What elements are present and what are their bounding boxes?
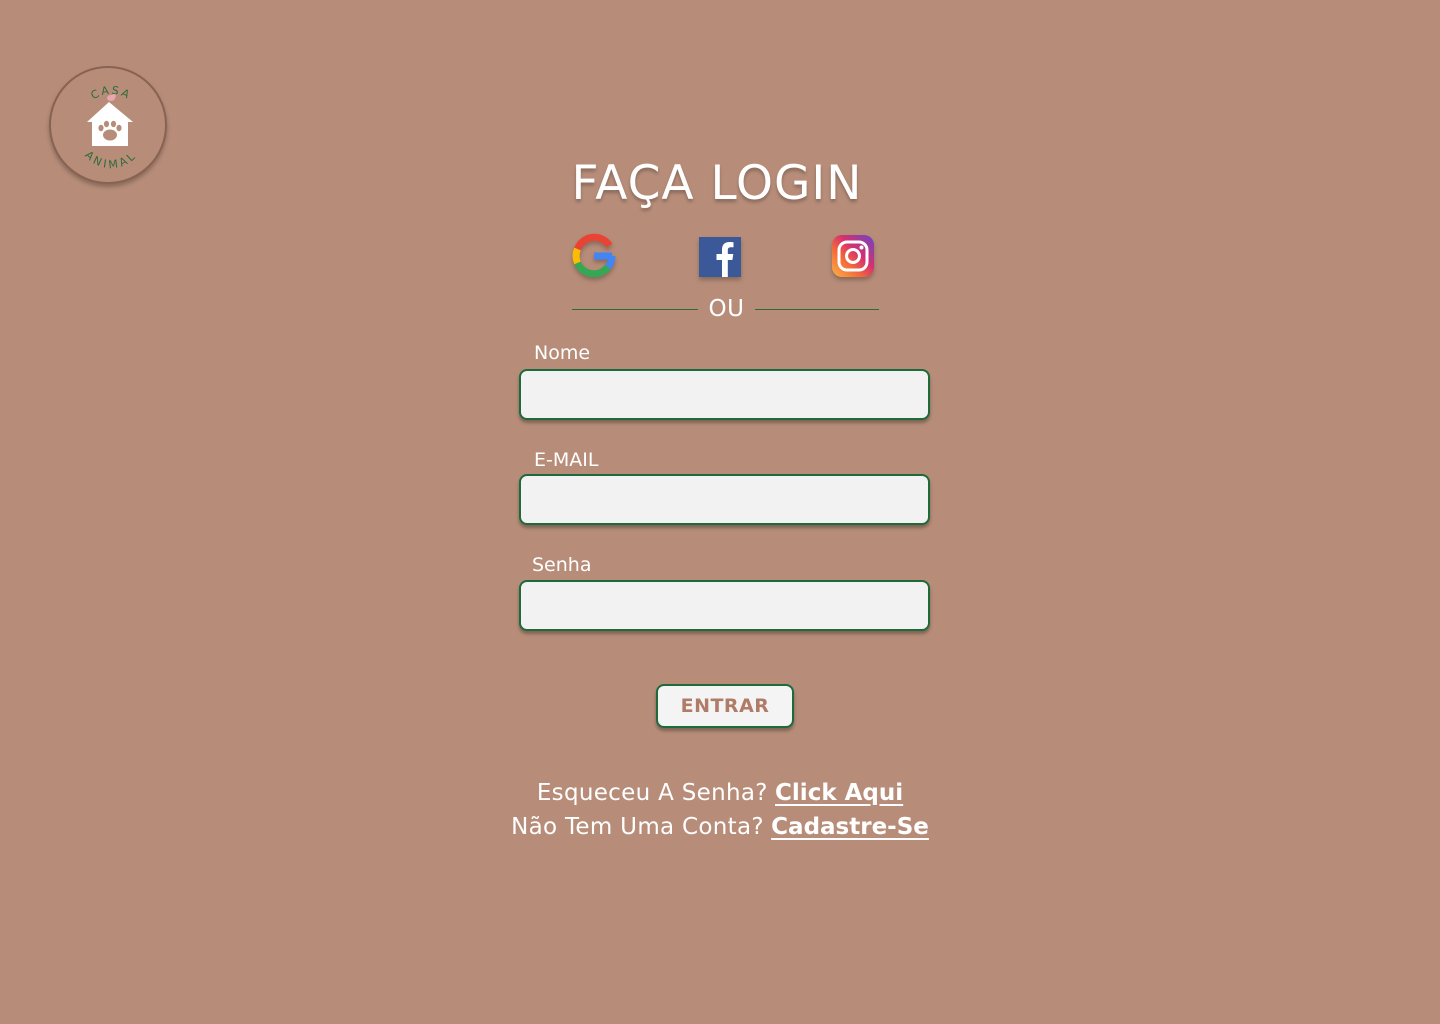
email-label: E-MAIL (534, 449, 599, 471)
divider-text: OU (708, 296, 745, 322)
email-input[interactable] (519, 474, 930, 525)
name-input[interactable] (519, 369, 930, 420)
house-icon (87, 102, 133, 146)
forgot-password-row: Esqueceu A Senha? Click Aqui (0, 780, 1440, 806)
forgot-password-text: Esqueceu A Senha? (536, 780, 768, 806)
instagram-icon (832, 235, 874, 277)
facebook-icon (699, 237, 741, 277)
google-icon (572, 233, 616, 278)
divider-right (755, 309, 879, 310)
name-label: Nome (534, 342, 591, 364)
google-login-button[interactable] (571, 233, 617, 279)
password-label: Senha (532, 554, 592, 576)
divider-left (572, 309, 698, 310)
facebook-login-button[interactable] (697, 233, 743, 279)
instagram-login-button[interactable] (830, 233, 876, 279)
forgot-password-link[interactable]: Click Aqui (775, 780, 903, 806)
login-button[interactable]: ENTRAR (656, 684, 794, 728)
page-title: FAÇA LOGIN (571, 156, 863, 211)
signup-row: Não Tem Uma Conta? Cadastre-Se (0, 814, 1440, 840)
signup-link[interactable]: Cadastre-Se (771, 814, 929, 840)
signup-text: Não Tem Uma Conta? (511, 814, 764, 840)
password-input[interactable] (519, 580, 930, 631)
